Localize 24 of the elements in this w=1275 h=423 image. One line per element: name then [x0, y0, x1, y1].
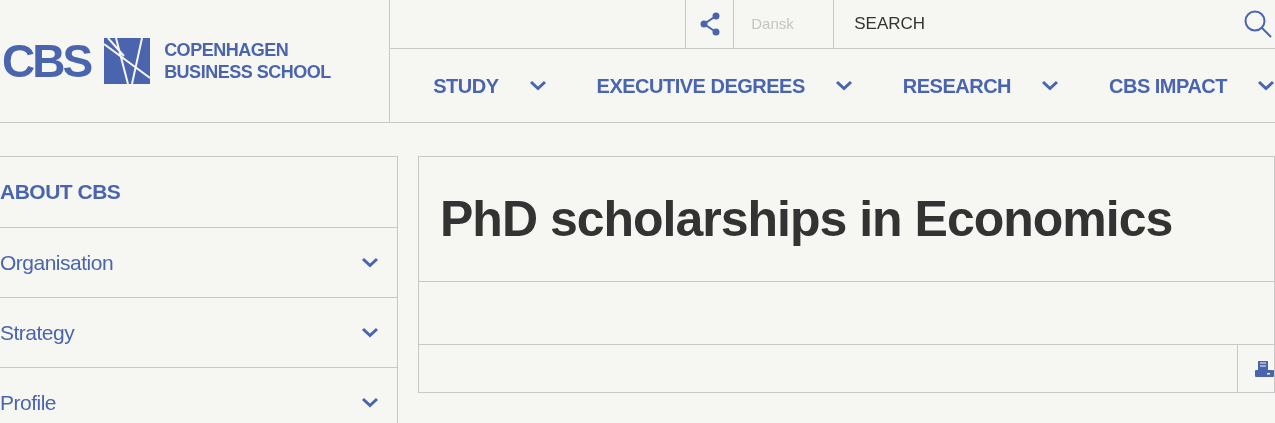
- nav-link[interactable]: EXECUTIVE DEGREES: [596, 70, 805, 101]
- chevron-down-icon: [1041, 80, 1060, 91]
- chevron-down-icon: [361, 327, 379, 338]
- search-icon[interactable]: [1243, 9, 1273, 39]
- logo-icon: [104, 38, 151, 84]
- chevron-down-icon: [361, 257, 379, 268]
- sidebar-item[interactable]: Strategy: [0, 316, 75, 349]
- nav-link[interactable]: STUDY: [433, 70, 499, 101]
- chevron-down-icon: [361, 397, 379, 408]
- print-button[interactable]: [1237, 345, 1274, 392]
- search-field[interactable]: SEARCH: [854, 11, 1243, 37]
- sidebar-title: ABOUT CBS: [0, 179, 121, 206]
- logo-text: COPENHAGEN: [164, 39, 290, 61]
- logo-wordmark[interactable]: CBS: [2, 38, 91, 84]
- page-title: PhD scholarships in Economics: [440, 189, 1173, 249]
- chevron-down-icon: [528, 80, 547, 91]
- logo-text: BUSINESS SCHOOL: [164, 61, 331, 83]
- share-icon: [698, 12, 721, 36]
- nav-link[interactable]: RESEARCH: [902, 70, 1012, 101]
- chevron-down-icon: [1257, 80, 1275, 91]
- nav-link[interactable]: CBS IMPACT: [1109, 70, 1227, 101]
- chevron-down-icon: [834, 80, 853, 91]
- sidebar-item[interactable]: Organisation: [0, 246, 114, 279]
- sidebar-item[interactable]: Profile: [0, 386, 57, 419]
